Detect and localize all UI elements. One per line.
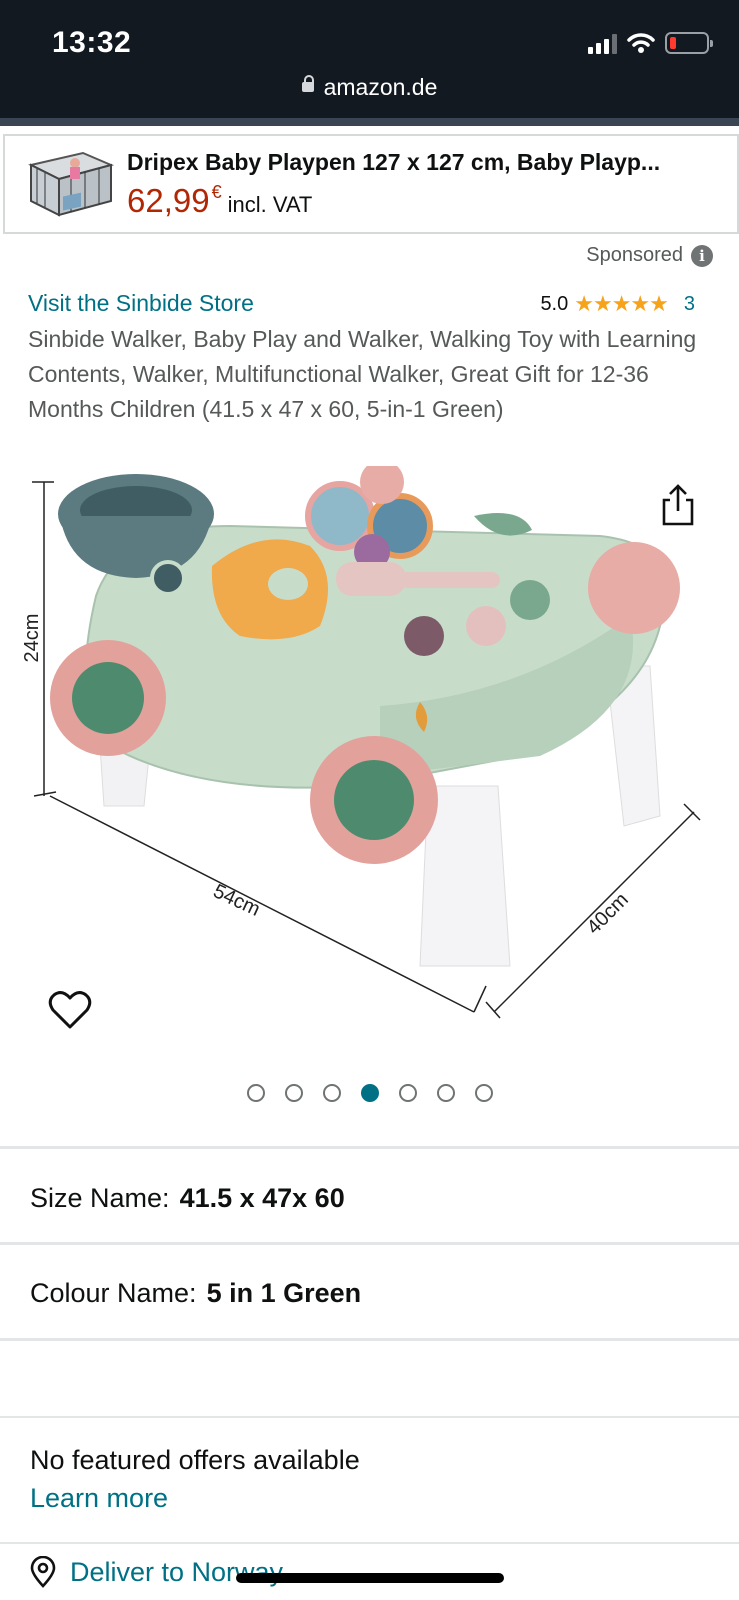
carousel-dot-active[interactable]	[360, 1084, 379, 1102]
product-image[interactable]: 24cm 54cm 40cm	[0, 460, 739, 1026]
deliver-to-link[interactable]: Deliver to Norway	[30, 1556, 283, 1588]
star-rating-icon: ★★★★★	[574, 292, 669, 317]
dimension-length-label: 54cm	[210, 880, 264, 921]
carousel-dot[interactable]	[436, 1084, 455, 1102]
battery-icon	[665, 32, 713, 54]
home-indicator[interactable]	[236, 1573, 504, 1583]
ad-price-currency: €	[211, 181, 222, 202]
info-icon[interactable]: i	[691, 244, 713, 267]
visit-store-link[interactable]: Visit the Sinbide Store	[28, 290, 254, 317]
status-bar: 13:32 amazon.de	[0, 0, 739, 126]
sponsored-ad-banner[interactable]: Dripex Baby Playpen 127 x 127 cm, Baby P…	[3, 134, 739, 234]
url-domain: amazon.de	[323, 74, 438, 100]
signal-icon	[588, 32, 617, 54]
divider	[0, 1146, 739, 1149]
divider	[0, 1242, 739, 1245]
divider	[0, 1338, 739, 1341]
product-title: Sinbide Walker, Baby Play and Walker, Wa…	[28, 326, 697, 422]
sponsored-text: Sponsored	[586, 244, 683, 266]
url-bar[interactable]: amazon.de	[0, 74, 739, 101]
location-pin-icon	[30, 1556, 56, 1588]
carousel-dot[interactable]	[246, 1084, 265, 1102]
size-selector[interactable]: Size Name: 41.5 x 47x 60	[30, 1183, 345, 1214]
ad-product-thumbnail	[23, 143, 115, 225]
size-value: 41.5 x 47x 60	[179, 1183, 345, 1213]
url-progress-strip	[0, 118, 739, 126]
sponsored-label[interactable]: Sponsored i	[586, 244, 713, 267]
image-carousel-indicator[interactable]	[0, 1084, 739, 1102]
carousel-dot[interactable]	[284, 1084, 303, 1102]
heart-icon[interactable]	[48, 990, 92, 1030]
rating-value: 5.0	[540, 293, 569, 315]
share-icon[interactable]	[660, 484, 696, 526]
wifi-icon	[627, 33, 655, 53]
lock-icon	[301, 74, 314, 92]
colour-label: Colour Name:	[30, 1278, 197, 1308]
status-time: 13:32	[52, 26, 132, 59]
status-icons	[588, 32, 713, 54]
carousel-dot[interactable]	[398, 1084, 417, 1102]
ad-price: 62,99 € incl. VAT	[127, 182, 717, 220]
no-offers-message: No featured offers available	[30, 1445, 360, 1475]
ad-price-amount: 62,99	[127, 181, 210, 219]
product-rating[interactable]: 5.0 ★★★★★ 3	[540, 292, 695, 317]
dimension-width-label: 40cm	[583, 889, 633, 939]
carousel-dot[interactable]	[322, 1084, 341, 1102]
colour-value: 5 in 1 Green	[206, 1278, 362, 1308]
colour-selector[interactable]: Colour Name: 5 in 1 Green	[30, 1278, 361, 1309]
rating-count[interactable]: 3	[684, 293, 695, 316]
divider	[0, 1542, 739, 1544]
dimension-height-label: 24cm	[21, 614, 43, 663]
size-label: Size Name:	[30, 1183, 170, 1213]
ad-title[interactable]: Dripex Baby Playpen 127 x 127 cm, Baby P…	[127, 149, 717, 176]
learn-more-link[interactable]: Learn more	[30, 1483, 168, 1514]
carousel-dot[interactable]	[474, 1084, 493, 1102]
divider	[0, 1416, 739, 1418]
ad-vat-label: incl. VAT	[227, 191, 313, 217]
